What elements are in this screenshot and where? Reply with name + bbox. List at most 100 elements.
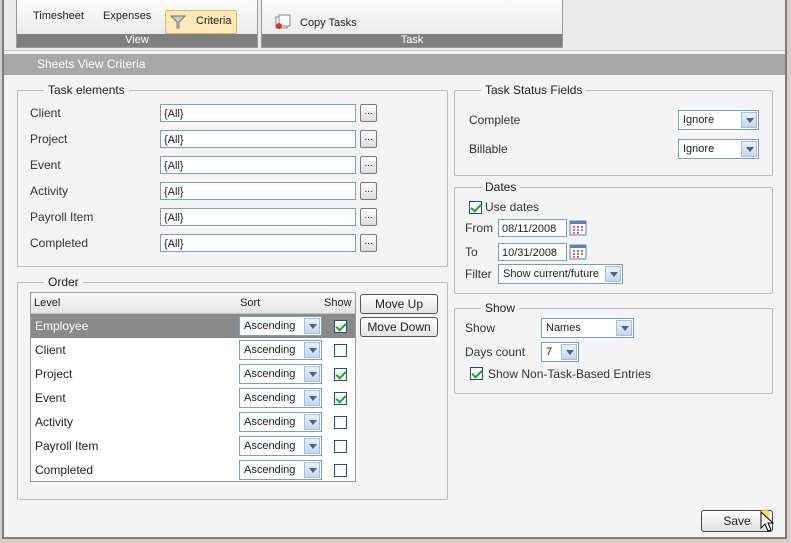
complete-label: Complete <box>469 113 521 127</box>
page-title: Sheets View Criteria <box>37 57 146 71</box>
move-up-button[interactable]: Move Up <box>360 294 438 314</box>
task-element-input[interactable]: {All} <box>160 130 356 148</box>
sort-select-value: Ascending <box>244 320 296 332</box>
show-checkbox[interactable] <box>334 344 347 357</box>
save-button-label: Save <box>723 514 751 528</box>
order-row[interactable]: Project Ascending <box>31 362 355 386</box>
calendar-icon[interactable] <box>569 243 587 260</box>
browse-button[interactable]: ... <box>360 156 377 174</box>
order-row-level: Payroll Item <box>35 439 99 453</box>
browse-button[interactable]: ... <box>360 208 377 226</box>
show-checkbox[interactable] <box>334 320 347 333</box>
sort-select-value: Ascending <box>244 416 296 428</box>
days-count-select-value: 7 <box>546 346 553 358</box>
from-date-input[interactable]: 08/11/2008 <box>498 219 567 237</box>
sort-select-value: Ascending <box>244 344 296 356</box>
sort-select[interactable]: Ascending <box>239 316 322 336</box>
task-element-input[interactable]: {All} <box>160 234 356 252</box>
criteria-label: Criteria <box>196 15 232 27</box>
order-row[interactable]: Client Ascending <box>31 338 355 362</box>
order-row-level: Activity <box>35 415 74 429</box>
sort-select-value: Ascending <box>244 392 296 404</box>
move-down-button[interactable]: Move Down <box>360 317 438 337</box>
task-element-input[interactable]: {All} <box>160 156 356 174</box>
show-select-value: Names <box>546 322 581 334</box>
mouse-cursor-icon <box>760 509 775 532</box>
dates-legend: Dates <box>485 180 517 194</box>
sort-select[interactable]: Ascending <box>239 460 322 480</box>
browse-button[interactable]: ... <box>360 234 377 252</box>
order-grid-header: Level Sort Show <box>31 293 355 314</box>
from-label: From <box>465 221 493 235</box>
order-row-level: Project <box>35 367 73 381</box>
task-element-label: Client <box>30 106 61 120</box>
billable-label: Billable <box>469 142 508 156</box>
days-count-select[interactable]: 7 <box>541 342 579 362</box>
chevron-down-icon <box>304 414 320 430</box>
calendar-icon[interactable] <box>569 219 587 236</box>
timesheet-label: Timesheet <box>33 10 84 22</box>
chevron-down-icon <box>304 438 320 454</box>
sort-select[interactable]: Ascending <box>239 364 322 384</box>
complete-select[interactable]: Ignore <box>678 110 759 130</box>
task-group-title: Task <box>262 34 562 47</box>
chevron-down-icon <box>605 266 621 282</box>
sort-select[interactable]: Ascending <box>239 388 322 408</box>
chevron-down-icon <box>741 141 757 157</box>
level-column-header: Level <box>34 297 61 309</box>
to-date-input[interactable]: 10/31/2008 <box>498 243 567 261</box>
show-column-header: Show <box>324 297 352 309</box>
filter-select-value: Show current/future <box>503 268 599 280</box>
browse-button[interactable]: ... <box>360 130 377 148</box>
chevron-down-icon <box>616 320 632 336</box>
show-label: Show <box>465 321 496 335</box>
task-element-input[interactable]: {All} <box>160 104 356 122</box>
task-element-input[interactable]: {All} <box>160 208 356 226</box>
order-row[interactable]: Employee Ascending <box>31 314 355 338</box>
show-checkbox[interactable] <box>334 392 347 405</box>
use-dates-checkbox[interactable] <box>469 201 482 214</box>
show-checkbox[interactable] <box>334 464 347 477</box>
order-row[interactable]: Completed Ascending <box>31 458 355 482</box>
order-row[interactable]: Payroll Item Ascending <box>31 434 355 458</box>
show-checkbox[interactable] <box>334 440 347 453</box>
task-element-label: Event <box>30 158 61 172</box>
sort-column-header: Sort <box>240 297 261 309</box>
sort-select[interactable]: Ascending <box>239 436 322 456</box>
task-element-input[interactable]: {All} <box>160 182 356 200</box>
order-row[interactable]: Activity Ascending <box>31 410 355 434</box>
task-element-label: Payroll Item <box>30 210 94 224</box>
order-row-level: Event <box>35 391 66 405</box>
billable-select[interactable]: Ignore <box>678 139 759 159</box>
filter-select[interactable]: Show current/future <box>498 264 623 284</box>
criteria-button[interactable]: Criteria <box>165 10 237 34</box>
sort-select[interactable]: Ascending <box>239 412 322 432</box>
order-legend: Order <box>48 275 79 289</box>
billable-select-value: Ignore <box>683 143 715 155</box>
show-checkbox[interactable] <box>334 416 347 429</box>
sort-select-value: Ascending <box>244 368 296 380</box>
to-label: To <box>465 245 478 259</box>
timesheet-button[interactable]: Timesheet <box>33 10 84 22</box>
order-row-level: Employee <box>35 319 89 333</box>
complete-select-value: Ignore <box>683 114 715 126</box>
order-row[interactable]: Event Ascending <box>31 386 355 410</box>
show-checkbox[interactable] <box>334 368 347 381</box>
sheets-view-criteria-window: Timesheet Expenses Criteria View Copy Ta… <box>2 0 787 539</box>
copy-tasks-label: Copy Tasks <box>300 17 357 29</box>
ribbon: Timesheet Expenses Criteria View Copy Ta… <box>4 0 785 51</box>
view-group-title: View <box>17 34 257 47</box>
task-element-label: Project <box>30 132 68 146</box>
show-non-task-checkbox[interactable] <box>470 367 483 380</box>
sort-select[interactable]: Ascending <box>239 340 322 360</box>
order-row-level: Client <box>35 343 66 357</box>
expenses-button[interactable]: Expenses <box>103 10 151 22</box>
show-legend: Show <box>485 301 516 315</box>
browse-button[interactable]: ... <box>360 182 377 200</box>
browse-button[interactable]: ... <box>360 104 377 122</box>
order-grid: Level Sort Show Employee Ascending Client A… <box>30 292 356 482</box>
use-dates-label: Use dates <box>485 200 540 214</box>
sort-select-value: Ascending <box>244 464 296 476</box>
show-select[interactable]: Names <box>541 318 634 338</box>
chevron-down-icon <box>304 318 320 334</box>
